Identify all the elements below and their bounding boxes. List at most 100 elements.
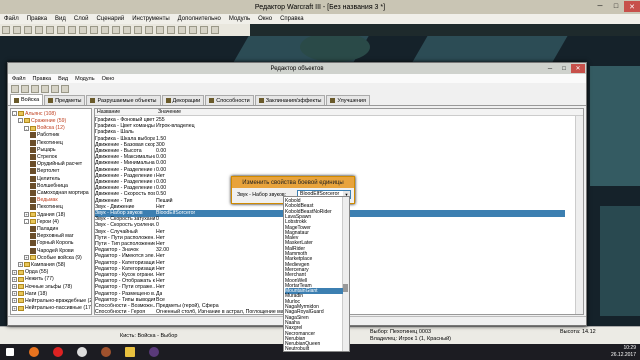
we-title-text: Редактор Warcraft III - [Без названия 3 … — [254, 3, 386, 11]
import-data-icon[interactable] — [51, 85, 59, 93]
dropdown-option[interactable]: Neutrobuilt — [285, 346, 343, 351]
maximize-button[interactable]: □ — [608, 1, 624, 12]
collapse-icon[interactable]: - — [24, 125, 29, 131]
import-icon[interactable] — [200, 26, 208, 34]
paste-icon[interactable] — [68, 26, 76, 34]
header-value[interactable]: Значение — [158, 109, 181, 115]
menu-view[interactable]: Вид — [55, 16, 66, 22]
expand-icon[interactable]: + — [12, 291, 17, 297]
taskbar-explorer[interactable] — [120, 345, 140, 359]
new-icon[interactable] — [2, 26, 10, 34]
grid-scrollbar[interactable] — [575, 116, 583, 314]
unit-tree[interactable]: - Альянс (108) - Сражение (59) - Войска (12) Р… — [10, 108, 92, 315]
tab-destructibles[interactable]: Разрушаемые объекты — [86, 95, 161, 105]
unit-portrait-icon — [30, 240, 36, 247]
row-value: Да — [156, 290, 163, 297]
copy-unit-icon[interactable] — [21, 85, 29, 93]
start-button[interactable] — [0, 345, 20, 359]
menu-advanced[interactable]: Дополнительно — [178, 16, 221, 22]
tab-buffs[interactable]: Заклинания/эффекты — [254, 95, 326, 105]
folder-icon — [18, 291, 24, 297]
clock-time[interactable]: 10:29 — [611, 345, 636, 352]
header-name[interactable]: Название — [97, 109, 120, 115]
expand-icon[interactable]: + — [12, 298, 17, 304]
tab-doodads[interactable]: Декорации — [161, 95, 205, 105]
expand-icon[interactable]: + — [12, 276, 17, 282]
taskbar-opera[interactable] — [48, 345, 68, 359]
expand-icon[interactable]: + — [12, 305, 17, 311]
expand-icon[interactable]: + — [12, 269, 17, 275]
dropdown-scrollbar[interactable] — [342, 197, 349, 351]
menu-window[interactable]: Окно — [258, 16, 272, 22]
dropdown-scroll-thumb[interactable] — [343, 284, 348, 292]
select-icon[interactable] — [79, 26, 87, 34]
object-editor-icon[interactable] — [167, 26, 175, 34]
tree-node-label: Самоходная мортира — [37, 189, 89, 196]
collapse-icon[interactable]: - — [24, 219, 29, 225]
taskbar-yandex[interactable] — [72, 345, 92, 359]
unit-icon[interactable] — [112, 26, 120, 34]
tree-node-label: Вертолет — [37, 168, 60, 175]
tab-abilities[interactable]: Способности — [205, 95, 254, 105]
oe-menu-view[interactable]: Вид — [58, 76, 68, 82]
menu-edit[interactable]: Правка — [27, 16, 47, 22]
doodad-icon[interactable] — [101, 26, 109, 34]
region-icon[interactable] — [123, 26, 131, 34]
menu-layer[interactable]: Слой — [74, 16, 89, 22]
expand-icon[interactable]: + — [24, 255, 29, 261]
expand-icon[interactable]: + — [24, 212, 29, 218]
camera-icon[interactable] — [134, 26, 142, 34]
new-unit-icon[interactable] — [11, 85, 19, 93]
menu-scenario[interactable]: Сценарий — [97, 16, 125, 22]
ai-icon[interactable] — [189, 26, 197, 34]
sound-icon[interactable] — [156, 26, 164, 34]
oe-title-bar: Редактор объектов ─ □ ✕ — [8, 63, 586, 74]
tab-items[interactable]: Предметы — [44, 95, 86, 105]
campaign-icon[interactable] — [178, 26, 186, 34]
delete-unit-icon[interactable] — [41, 85, 49, 93]
menu-tools[interactable]: Инструменты — [132, 16, 169, 22]
tree-node[interactable]: + Нейтрально-пассивные (170) — [12, 304, 91, 312]
open-icon[interactable] — [13, 26, 21, 34]
copy-icon[interactable] — [57, 26, 65, 34]
taskbar-firefox[interactable] — [24, 345, 44, 359]
row-value: 0 — [156, 216, 159, 223]
expand-icon[interactable]: + — [12, 284, 17, 290]
oe-close-button[interactable]: ✕ — [571, 64, 585, 73]
cut-icon[interactable] — [46, 26, 54, 34]
unit-portrait-icon — [30, 182, 36, 189]
menu-module[interactable]: Модуль — [229, 16, 250, 22]
minimize-button[interactable]: ─ — [592, 1, 608, 12]
tab-units[interactable]: Войска — [10, 94, 44, 105]
taskbar-warcraft[interactable] — [144, 345, 164, 359]
menu-file[interactable]: Файл — [4, 16, 19, 22]
taskbar-app[interactable] — [96, 345, 116, 359]
tree-node-label: Целитель — [37, 175, 61, 182]
tree-node-label: Сражение (59) — [31, 117, 67, 124]
clock-date[interactable]: 26.12.2017 — [611, 352, 636, 359]
terrain-icon[interactable] — [90, 26, 98, 34]
soundset-dropdown-list[interactable]: Kobold KoboldBeast KoboldBeastNoRider LavaS… — [283, 196, 350, 352]
paste-unit-icon[interactable] — [31, 85, 39, 93]
oe-menu-edit[interactable]: Правка — [33, 76, 52, 82]
collapse-icon[interactable]: - — [18, 118, 23, 124]
test-map-icon[interactable] — [211, 26, 219, 34]
undo-icon[interactable] — [35, 26, 43, 34]
menu-help[interactable]: Справка — [280, 16, 304, 22]
oe-maximize-button[interactable]: □ — [557, 64, 571, 73]
tree-node-label: Орда (55) — [25, 269, 49, 276]
close-button[interactable]: ✕ — [624, 1, 640, 12]
trigger-icon[interactable] — [145, 26, 153, 34]
oe-menu-window[interactable]: Окно — [102, 76, 115, 82]
export-data-icon[interactable] — [61, 85, 69, 93]
oe-menu-file[interactable]: Файл — [12, 76, 26, 82]
collapse-icon[interactable]: - — [12, 111, 17, 117]
oe-menu-module[interactable]: Модуль — [75, 76, 95, 82]
tab-upgrades[interactable]: Улучшения — [326, 95, 370, 105]
save-icon[interactable] — [24, 26, 32, 34]
tree-node-label: Кампания (58) — [31, 261, 66, 268]
row-name: Звук - Движение — [95, 203, 135, 210]
oe-minimize-button[interactable]: ─ — [543, 64, 557, 73]
expand-icon[interactable]: + — [18, 262, 23, 268]
terrain-cliff — [300, 36, 370, 62]
